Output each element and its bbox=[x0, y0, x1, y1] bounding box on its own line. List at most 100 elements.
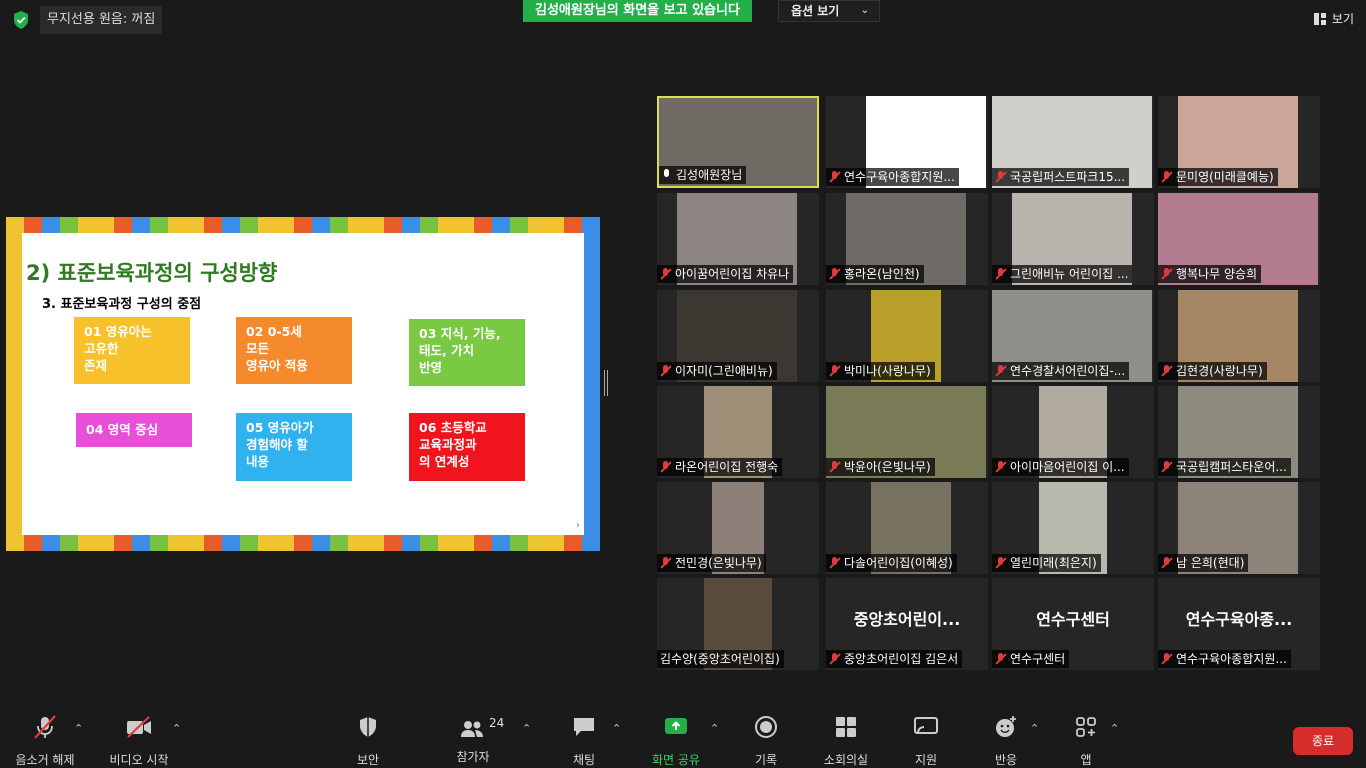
participant-name: 박윤아(은빛나무) bbox=[844, 460, 931, 474]
unmute-button[interactable]: 음소거 해제 bbox=[12, 714, 78, 768]
participant-tile[interactable]: 국공립퍼스트파크15... bbox=[992, 96, 1154, 188]
view-button-label: 보기 bbox=[1331, 12, 1354, 26]
participant-name-bar: 박미나(사랑나무) bbox=[826, 362, 935, 380]
microphone-muted-icon bbox=[660, 557, 672, 569]
participant-tile[interactable]: 열린미래(최은지) bbox=[992, 482, 1154, 574]
video-options-caret[interactable]: ⌃ bbox=[172, 722, 181, 735]
reactions-options-caret[interactable]: ⌃ bbox=[1030, 722, 1039, 735]
participant-name: 연수경찰서어린이집-... bbox=[1010, 364, 1126, 378]
shield-icon[interactable] bbox=[12, 10, 30, 30]
participants-options-caret[interactable]: ⌃ bbox=[522, 722, 531, 735]
support-label: 지원 bbox=[914, 753, 938, 767]
participant-tile[interactable]: 박윤아(은빛나무) bbox=[826, 386, 988, 478]
original-sound-badge[interactable]: 무지선용 원음: 꺼짐 bbox=[40, 6, 163, 34]
participant-tile[interactable]: 박미나(사랑나무) bbox=[826, 290, 988, 382]
participant-name-bar: 아이꿈어린이집 차유나 bbox=[657, 265, 794, 283]
participant-name: 중앙초어린이집 김은서 bbox=[844, 652, 959, 666]
participant-name: 국공립캠퍼스타운어... bbox=[1176, 460, 1287, 474]
microphone-muted-icon bbox=[34, 715, 56, 739]
microphone-icon bbox=[662, 169, 672, 181]
participants-icon bbox=[461, 721, 483, 737]
participant-name: 열린미래(최은지) bbox=[1010, 556, 1097, 570]
participant-name: 문미영(미래클예능) bbox=[1176, 170, 1274, 184]
participant-name-bar: 연수구육아종합지원... bbox=[1158, 650, 1291, 668]
viewing-screen-banner: 김성애원장님의 화면을 보고 있습니다 bbox=[523, 0, 752, 22]
participant-tile[interactable]: 김성애원장님 bbox=[657, 96, 819, 188]
participant-name-bar: 이자미(그린애비뉴) bbox=[657, 362, 777, 380]
chat-options-caret[interactable]: ⌃ bbox=[612, 722, 621, 735]
slide-title: 2) 표준보육과정의 구성방향 bbox=[26, 261, 278, 285]
share-options-caret[interactable]: ⌃ bbox=[710, 722, 719, 735]
microphone-muted-icon bbox=[995, 557, 1007, 569]
chat-button[interactable]: 채팅 bbox=[564, 714, 604, 768]
record-label: 기록 bbox=[754, 753, 778, 767]
participants-button[interactable]: 24 참가자 bbox=[448, 714, 504, 765]
participant-tile[interactable]: 이자미(그린애비뉴) bbox=[657, 290, 819, 382]
participant-tile[interactable]: 김현경(사랑나무) bbox=[1158, 290, 1320, 382]
split-resize-handle[interactable] bbox=[604, 370, 608, 396]
share-screen-button[interactable]: 화면 공유 bbox=[646, 714, 706, 768]
participant-tile[interactable]: 전민경(은빛나무) bbox=[657, 482, 819, 574]
participant-tile[interactable]: 연수구센터 연수구센터 bbox=[992, 578, 1154, 670]
view-options-label: 옵션 보기 bbox=[791, 4, 840, 18]
participant-tile[interactable]: 문미영(미래클예능) bbox=[1158, 96, 1320, 188]
participant-name-bar: 중앙초어린이집 김은서 bbox=[826, 650, 963, 668]
participant-name-bar: 라온어린이집 전행숙 bbox=[657, 458, 783, 476]
reactions-button[interactable]: 반응 bbox=[990, 714, 1022, 768]
microphone-muted-icon bbox=[1161, 365, 1173, 377]
shared-screen: 2) 표준보육과정의 구성방향 3. 표준보육과정 구성의 중점 01 영유아는… bbox=[6, 217, 600, 551]
audio-options-caret[interactable]: ⌃ bbox=[74, 722, 83, 735]
participant-name-bar: 연수경찰서어린이집-... bbox=[992, 362, 1130, 380]
view-options-dropdown[interactable]: 옵션 보기 ⌄ bbox=[778, 0, 880, 22]
slide-box-02: 02 0-5세 모든 영유아 적용 bbox=[236, 317, 352, 384]
participant-name: 김현경(사랑나무) bbox=[1176, 364, 1263, 378]
participant-name-bar: 열린미래(최은지) bbox=[992, 554, 1101, 572]
apps-button[interactable]: 앱 bbox=[1072, 714, 1100, 768]
participant-name-bar: 전민경(은빛나무) bbox=[657, 554, 766, 572]
participant-tile[interactable]: 연수구육아종합지원... bbox=[826, 96, 988, 188]
view-button[interactable]: 보기 bbox=[1310, 8, 1354, 30]
participant-name-bar: 국공립퍼스트파크15... bbox=[992, 168, 1130, 186]
participant-tile[interactable]: 라온어린이집 전행숙 bbox=[657, 386, 819, 478]
microphone-muted-icon bbox=[995, 653, 1007, 665]
security-label: 보안 bbox=[356, 753, 380, 767]
apps-options-caret[interactable]: ⌃ bbox=[1110, 722, 1119, 735]
participant-name-bar: 김현경(사랑나무) bbox=[1158, 362, 1267, 380]
participant-tile[interactable]: 행복나무 양승희 bbox=[1158, 193, 1320, 285]
participant-tile[interactable]: 연수경찰서어린이집-... bbox=[992, 290, 1154, 382]
breakout-rooms-button[interactable]: 소회의실 bbox=[820, 714, 872, 768]
microphone-muted-icon bbox=[829, 268, 841, 280]
participant-tile[interactable]: 홍라온(남인천) bbox=[826, 193, 988, 285]
slide-box-06: 06 초등학교 교육과정과 의 연계성 bbox=[409, 413, 525, 481]
participant-tile[interactable]: 연수구육아종... 연수구육아종합지원... bbox=[1158, 578, 1320, 670]
participant-tile[interactable]: 아이꿈어린이집 차유나 bbox=[657, 193, 819, 285]
support-button[interactable]: 지원 bbox=[906, 714, 946, 768]
participant-tile[interactable]: 중앙초어린이... 중앙초어린이집 김은서 bbox=[826, 578, 988, 670]
slide-content: 2) 표준보육과정의 구성방향 3. 표준보육과정 구성의 중점 01 영유아는… bbox=[22, 233, 584, 535]
participant-tile[interactable]: 다솔어린이집(이혜성) bbox=[826, 482, 988, 574]
microphone-muted-icon bbox=[1161, 653, 1173, 665]
participant-tile[interactable]: 국공립캠퍼스타운어... bbox=[1158, 386, 1320, 478]
apps-icon bbox=[1076, 717, 1096, 737]
participant-name: 남 은희(현대) bbox=[1176, 556, 1245, 570]
breakout-rooms-icon bbox=[836, 717, 856, 737]
participant-name-bar: 국공립캠퍼스타운어... bbox=[1158, 458, 1291, 476]
record-icon bbox=[755, 716, 777, 738]
participant-tile[interactable]: 그린애비뉴 어린이집 ... bbox=[992, 193, 1154, 285]
reactions-label: 반응 bbox=[994, 753, 1018, 767]
end-meeting-button[interactable]: 종료 bbox=[1293, 727, 1353, 755]
participant-tile[interactable]: 김수양(중앙초어린이집) bbox=[657, 578, 819, 670]
microphone-muted-icon bbox=[829, 171, 841, 183]
participant-display-name: 연수구육아종... bbox=[1185, 610, 1293, 629]
security-shield-icon bbox=[360, 717, 376, 737]
reaction-smiley-icon bbox=[996, 716, 1016, 737]
participant-tile[interactable]: 아이마음어린이집 이... bbox=[992, 386, 1154, 478]
slide-box-01: 01 영유아는 고유한 존재 bbox=[74, 317, 190, 384]
start-video-button[interactable]: 비디오 시작 bbox=[104, 714, 174, 768]
participant-name: 연수구육아종합지원... bbox=[1176, 652, 1287, 666]
participant-name: 연수구육아종합지원... bbox=[844, 170, 955, 184]
security-button[interactable]: 보안 bbox=[348, 714, 388, 768]
record-button[interactable]: 기록 bbox=[746, 714, 786, 768]
microphone-muted-icon bbox=[995, 365, 1007, 377]
participant-tile[interactable]: 남 은희(현대) bbox=[1158, 482, 1320, 574]
